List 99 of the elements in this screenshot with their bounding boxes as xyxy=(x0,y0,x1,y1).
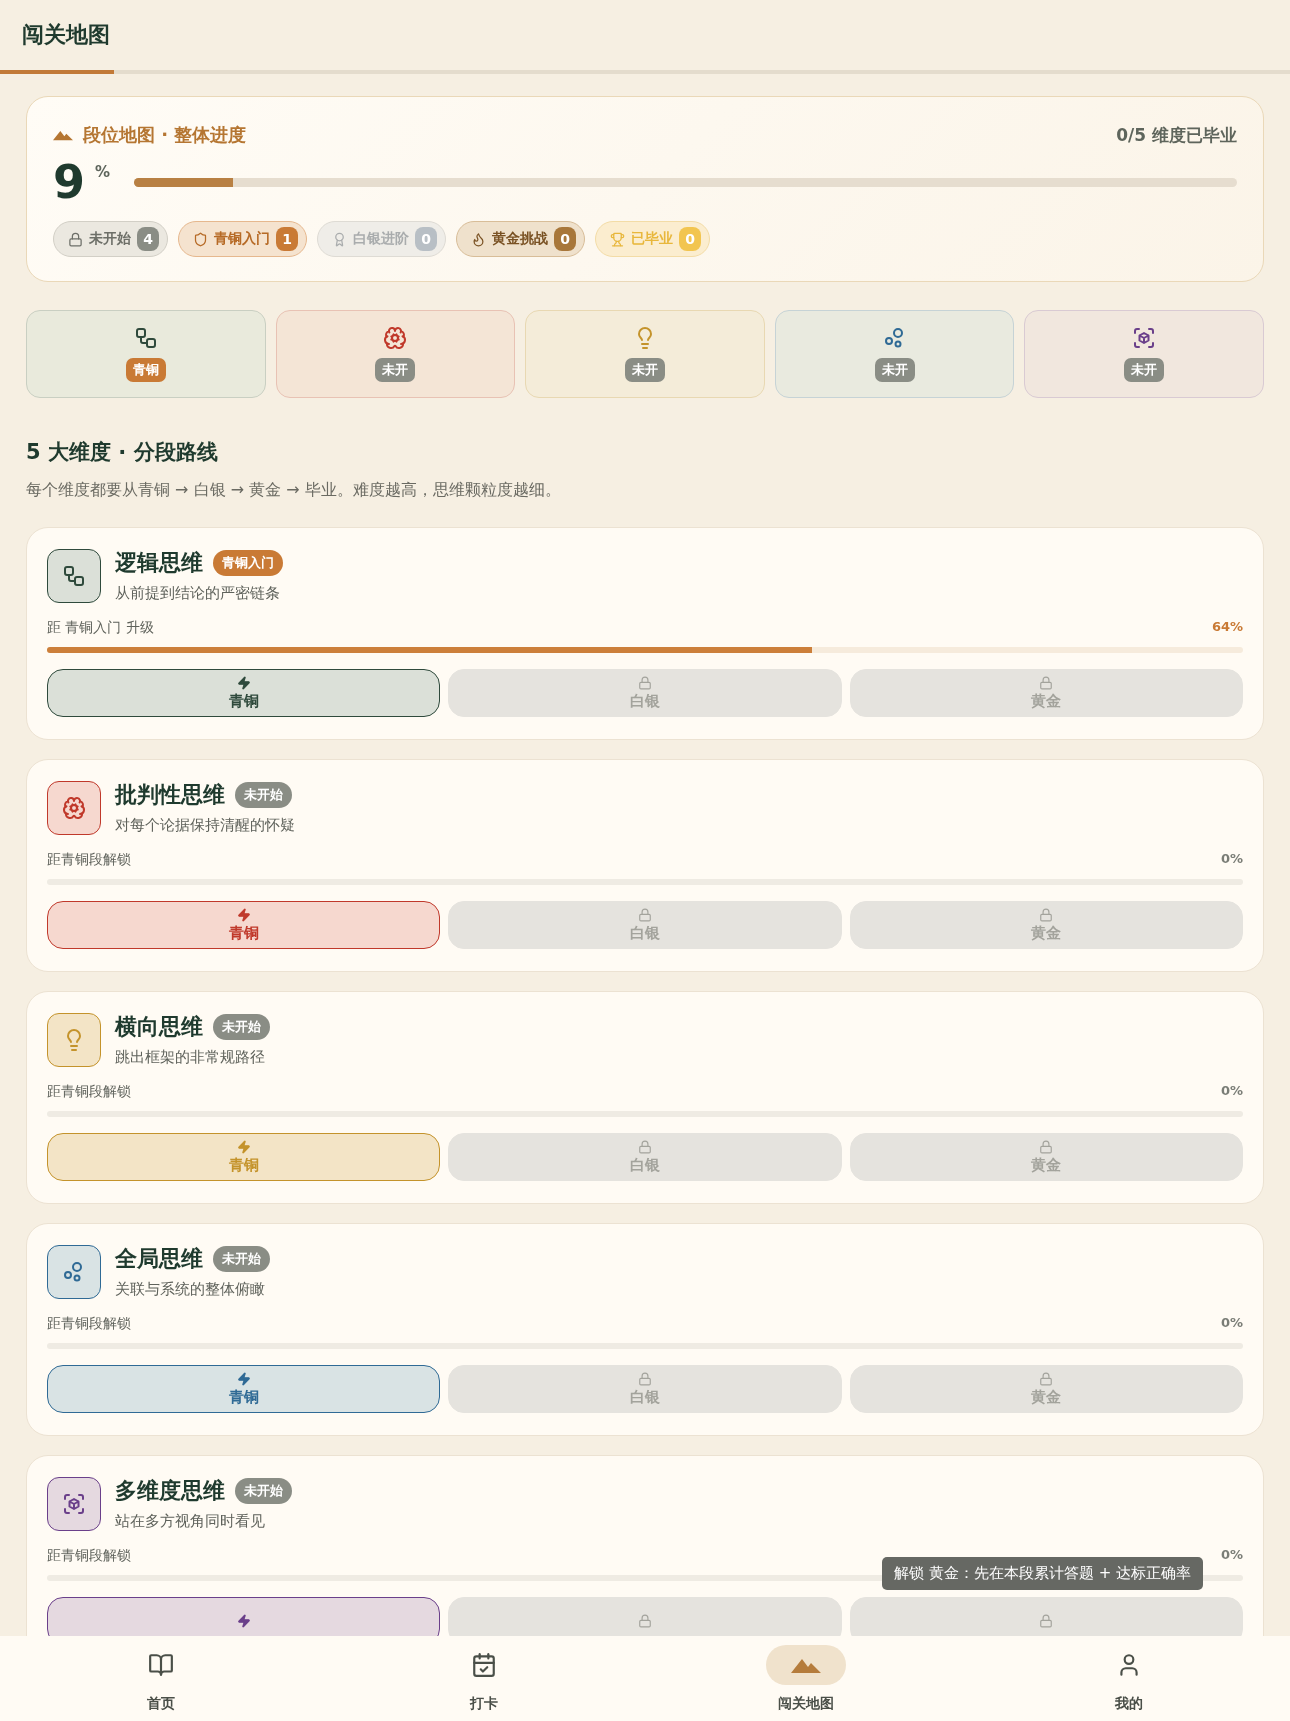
flowchart-icon xyxy=(133,326,158,350)
stage-button[interactable]: 青铜 xyxy=(47,1133,441,1181)
rank-count: 0 xyxy=(554,227,576,251)
dimension-description: 对每个论据保持清醒的怀疑 xyxy=(115,816,295,835)
rank-label: 白银进阶 xyxy=(353,230,409,248)
nav-tab[interactable]: 闯关地图 xyxy=(645,1636,968,1721)
graduated-count: 0/5 维度已毕业 xyxy=(1116,123,1237,147)
bolt-icon xyxy=(236,907,251,922)
lock-icon xyxy=(638,1371,652,1386)
lock-icon xyxy=(1039,1614,1054,1628)
progress-percent: 64% xyxy=(1211,619,1243,636)
rank-label: 黄金挑战 xyxy=(492,230,548,248)
rank-count: 0 xyxy=(415,227,437,251)
book-icon xyxy=(148,1651,175,1678)
rank-icon xyxy=(68,231,83,247)
rank-badge: 未开 xyxy=(625,358,665,382)
dimension-description: 跳出框架的非常规路径 xyxy=(115,1048,266,1067)
dimension-name: 全局思维 xyxy=(115,1245,203,1273)
stage-button[interactable]: 黄金 xyxy=(849,901,1243,949)
rank-label: 青铜入门 xyxy=(214,230,270,248)
rank-icon xyxy=(471,231,486,247)
nav-tab[interactable]: 首页 xyxy=(0,1636,323,1721)
progress-label: 距青铜段解锁 xyxy=(47,1315,131,1333)
stage-button[interactable]: 黄金 xyxy=(849,669,1243,717)
progress-label: 距青铜段解锁 xyxy=(47,1083,131,1101)
dimension-tile[interactable]: 未开 xyxy=(525,310,765,398)
brain-gear-icon xyxy=(62,795,86,820)
dimension-description: 关联与系统的整体俯瞰 xyxy=(115,1280,266,1299)
nav-tab[interactable]: 我的 xyxy=(967,1636,1290,1721)
rank-label: 未开始 xyxy=(89,230,131,248)
status-badge: 未开始 xyxy=(235,1478,292,1504)
mountain-icon xyxy=(53,129,73,141)
stage-button[interactable]: 白银 xyxy=(448,901,842,949)
rank-badge: 未开 xyxy=(1124,358,1165,382)
flowchart-icon xyxy=(62,563,86,588)
progress-percent: 0% xyxy=(1220,851,1243,868)
lock-icon xyxy=(638,1614,652,1628)
cube-scan-icon xyxy=(1132,326,1157,350)
dimension-name: 横向思维 xyxy=(115,1013,203,1041)
lock-icon xyxy=(638,1139,652,1154)
dimension-name: 逻辑思维 xyxy=(115,549,203,577)
status-badge: 未开始 xyxy=(213,1014,270,1040)
rank-badge: 未开 xyxy=(375,358,416,382)
calendar-check-icon xyxy=(470,1651,497,1678)
dimension-name: 多维度思维 xyxy=(115,1477,225,1505)
status-badge: 青铜入门 xyxy=(213,550,283,576)
stage-button[interactable]: 白银 xyxy=(448,669,842,717)
section-subtitle: 每个维度都要从青铜 → 白银 → 黄金 → 毕业。难度越高，思维颗粒度越细。 xyxy=(26,480,562,501)
progress-label: 距青铜段解锁 xyxy=(47,1547,131,1565)
progress-percent: 0% xyxy=(1220,1315,1243,1332)
nav-tab[interactable]: 打卡 xyxy=(322,1636,645,1721)
lock-icon xyxy=(1039,1371,1054,1386)
stage-button[interactable]: 青铜 xyxy=(47,1365,441,1413)
dimension-tile[interactable]: 未开 xyxy=(774,310,1015,398)
tooltip: 解锁 黄金：先在本段累计答题 + 达标正确率 xyxy=(882,1557,1203,1590)
rank-icon xyxy=(332,231,347,247)
lock-icon xyxy=(1039,1139,1054,1154)
dimension-tile[interactable]: 青铜 xyxy=(26,310,266,398)
progress-percent: 0% xyxy=(1220,1083,1243,1100)
rank-count: 0 xyxy=(679,227,701,251)
bolt-icon xyxy=(236,1139,251,1154)
stage-button[interactable]: 黄金 xyxy=(849,1365,1243,1413)
brain-gear-icon xyxy=(383,326,408,350)
stage-button[interactable]: 青铜 xyxy=(47,901,441,949)
summary-title: 段位地图 · 整体进度 xyxy=(83,123,247,147)
dimension-description: 站在多方视角同时看见 xyxy=(115,1512,266,1531)
cube-scan-icon xyxy=(62,1491,86,1516)
rank-icon xyxy=(193,231,208,247)
lock-icon xyxy=(1039,907,1054,922)
overall-percent: 9 xyxy=(53,159,85,205)
bolt-icon xyxy=(236,1614,251,1628)
percent-unit: % xyxy=(95,163,111,181)
lock-icon xyxy=(1039,675,1054,690)
section-title: 5 大维度 · 分段路线 xyxy=(26,439,219,466)
bolt-icon xyxy=(236,1371,251,1386)
rank-count: 4 xyxy=(137,227,159,251)
dimension-tile[interactable]: 未开 xyxy=(1024,310,1264,398)
status-badge: 未开始 xyxy=(235,782,292,808)
dimension-tile[interactable]: 未开 xyxy=(275,310,516,398)
rank-label: 已毕业 xyxy=(631,230,673,248)
stage-button[interactable] xyxy=(47,1597,441,1636)
status-badge: 未开始 xyxy=(213,1246,270,1272)
lock-icon xyxy=(638,907,652,922)
rank-badge: 未开 xyxy=(874,358,915,382)
progress-percent: 0% xyxy=(1220,1547,1243,1564)
dimension-description: 从前提到结论的严密链条 xyxy=(115,584,281,603)
page-title: 闯关地图 xyxy=(22,21,110,49)
rank-badge: 青铜 xyxy=(125,358,166,382)
bolt-icon xyxy=(236,675,251,690)
progress-label: 距 青铜入门 升级 xyxy=(47,619,154,637)
stage-button[interactable]: 青铜 xyxy=(47,669,441,717)
progress-label: 距青铜段解锁 xyxy=(47,851,131,869)
rank-icon xyxy=(610,231,625,247)
stage-button[interactable]: 黄金 xyxy=(849,1133,1243,1181)
stage-button[interactable]: 白银 xyxy=(448,1365,842,1413)
lock-icon xyxy=(638,675,652,690)
rank-count: 1 xyxy=(276,227,298,251)
stage-button[interactable]: 白银 xyxy=(448,1133,842,1181)
dimension-name: 批判性思维 xyxy=(115,781,225,809)
